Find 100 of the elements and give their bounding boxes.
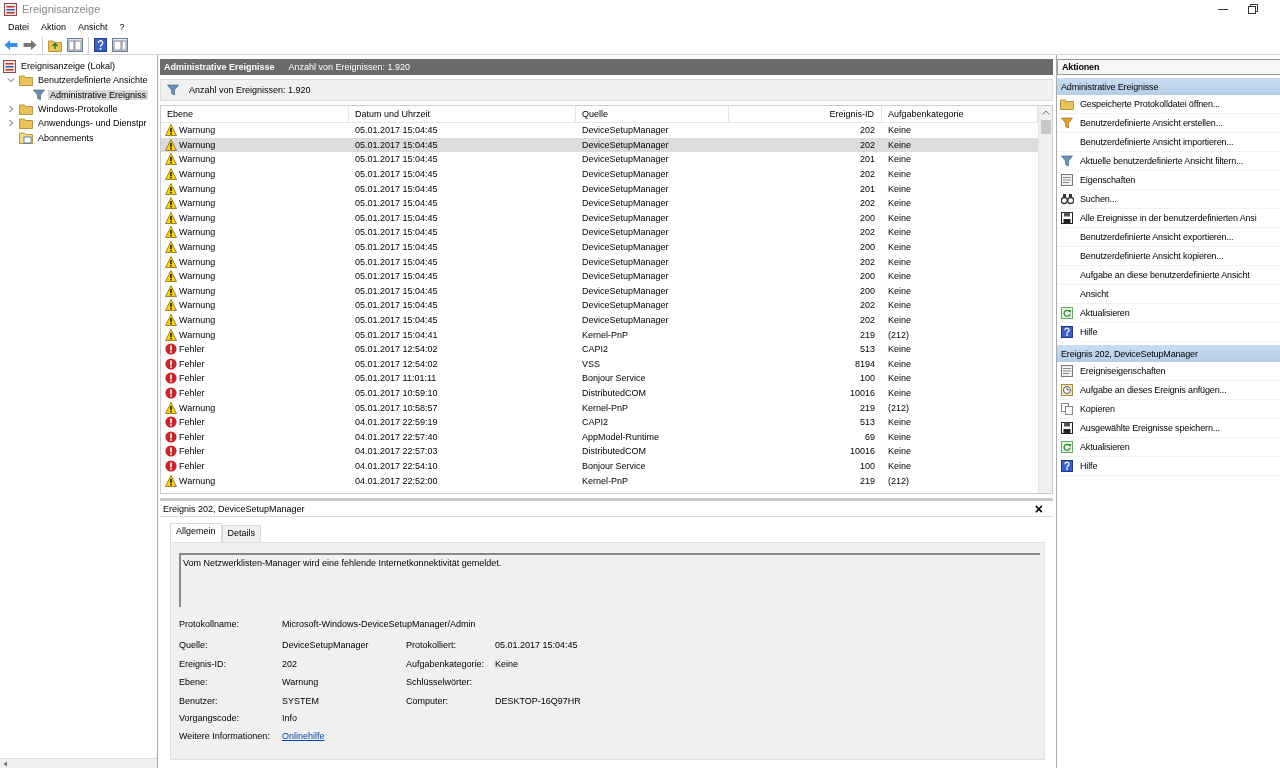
action-link[interactable]: Alle Ereignisse in der benutzerdefinierten Ansi [1080, 213, 1257, 223]
table-row[interactable]: Warnung 05.01.2017 15:04:45 DeviceSetupManager 200 Keine [161, 268, 1038, 284]
help-link[interactable]: Onlinehilfe [282, 731, 325, 742]
table-cell-text: Keine [887, 285, 913, 296]
table-cell-text: 219 [858, 329, 876, 340]
error-icon [165, 459, 177, 472]
scroll-left-icon[interactable] [2, 760, 8, 767]
table-row[interactable]: Warnung 05.01.2017 15:04:45 DeviceSetupManager 202 Keine [161, 225, 1038, 240]
action-link[interactable]: Aktualisieren [1080, 442, 1130, 452]
table-cell-text: DeviceSetupManager [581, 271, 670, 282]
table-row[interactable]: Warnung 05.01.2017 15:04:45 DeviceSetupManager 200 Keine [161, 239, 1038, 255]
table-cell-text: 04.01.2017 22:54:10 [354, 460, 439, 471]
column-header[interactable]: Ebene [161, 106, 349, 122]
warning-icon [165, 255, 177, 268]
back-arrow-icon[interactable] [4, 38, 18, 51]
close-button[interactable]: × [1030, 501, 1047, 516]
table-cell-text: 200 [858, 242, 876, 253]
menu-item[interactable]: ? [113, 21, 131, 32]
field-label: Ebene: [179, 677, 209, 688]
tree-item[interactable]: Abonnements [36, 132, 96, 143]
tree-item[interactable]: Anwendungs- und Dienstpr [36, 118, 149, 129]
action-link[interactable]: Ereigniseigenschaften [1080, 366, 1166, 376]
view-title: Administrative Ereignisse [164, 62, 275, 72]
table-row[interactable]: Fehler 05.01.2017 11:01:11 Bonjour Service 100 Keine [161, 371, 1038, 386]
tab[interactable]: Details [221, 525, 262, 542]
action-link[interactable]: Ansicht [1080, 289, 1109, 299]
action-link[interactable]: Aufgabe an diese benutzerdefinierte Ansicht [1080, 270, 1250, 280]
table-row[interactable]: Fehler 04.01.2017 22:59:19 CAPI2 513 Keine [161, 414, 1038, 430]
tree-item[interactable]: Benutzerdefinierte Ansichte [36, 75, 150, 86]
column-header[interactable]: Datum und Uhrzeit [349, 106, 576, 122]
menu-item[interactable]: Aktion [35, 21, 73, 32]
action-pane-icon[interactable] [112, 37, 128, 52]
table-cell-text: 202 [858, 256, 876, 267]
help-icon [1061, 326, 1073, 338]
table-row[interactable]: Fehler 04.01.2017 22:57:03 DistributedCOM 10016 Keine [161, 444, 1038, 459]
warning-icon [165, 328, 177, 341]
table-row[interactable]: Warnung 05.01.2017 15:04:45 DeviceSetupManager 200 Keine [161, 210, 1038, 226]
table-row[interactable]: Fehler 04.01.2017 22:57:40 AppModel-Runtime 69 Keine [161, 429, 1038, 445]
filter-summary: Anzahl von Ereignissen: 1.920 [189, 85, 311, 95]
table-row[interactable]: Warnung 05.01.2017 15:04:45 DeviceSetupManager 202 Keine [161, 166, 1038, 182]
table-row[interactable]: Warnung 05.01.2017 15:04:41 Kernel-PnP 219 (212) [161, 327, 1038, 342]
action-link[interactable]: Benutzerdefinierte Ansicht kopieren... [1080, 251, 1224, 261]
restore-icon[interactable] [1248, 4, 1258, 14]
table-cell-text: Keine [887, 373, 913, 384]
pane-icon[interactable] [67, 37, 83, 52]
table-cell-text: 200 [858, 212, 876, 223]
table-row[interactable]: Fehler 05.01.2017 10:59:10 DistributedCOM 10016 Keine [161, 385, 1038, 401]
action-link[interactable]: Aufgabe an dieses Ereignis anfügen... [1080, 385, 1227, 395]
table-cell-text: Keine [887, 315, 913, 325]
action-link[interactable]: Eigenschaften [1080, 175, 1136, 185]
table-cell-text: DeviceSetupManager [581, 154, 670, 165]
table-row[interactable]: Warnung 05.01.2017 15:04:45 DeviceSetupManager 201 Keine [161, 181, 1038, 196]
column-header[interactable]: Quelle [576, 106, 729, 122]
horizontal-scrollbar[interactable] [0, 758, 157, 768]
table-row[interactable]: Warnung 04.01.2017 22:52:00 Kernel-PnP 219 (212) [161, 473, 1038, 488]
field-label: Protokolliert: [406, 640, 458, 651]
action-link[interactable]: Hilfe [1080, 461, 1098, 471]
action-link[interactable]: Benutzerdefinierte Ansicht erstellen... [1080, 118, 1223, 128]
table-row[interactable]: Warnung 05.01.2017 15:04:45 DeviceSetupManager 200 Keine [161, 283, 1038, 299]
action-link[interactable]: Aktualisieren [1080, 308, 1130, 318]
forward-arrow-icon[interactable] [23, 38, 37, 51]
help-icon[interactable] [94, 37, 107, 52]
folder-icon [19, 117, 33, 130]
table-row[interactable]: Warnung 05.01.2017 10:58:57 Kernel-PnP 219 (212) [161, 400, 1038, 415]
table-cell: Warnung [179, 242, 216, 253]
table-row[interactable]: Warnung 05.01.2017 15:04:45 DeviceSetupManager 202 Keine [161, 254, 1038, 269]
action-link[interactable]: Benutzerdefinierte Ansicht importieren... [1080, 137, 1234, 147]
table-row[interactable]: Warnung 05.01.2017 15:04:45 DeviceSetupManager 202 Keine [161, 137, 1038, 153]
table-cell: Warnung [179, 139, 216, 150]
tree-item[interactable]: Ereignisanzeige (Lokal) [19, 61, 118, 72]
table-row[interactable]: Warnung 05.01.2017 15:04:45 DeviceSetupManager 202 Keine [161, 312, 1038, 328]
tree-item[interactable]: Windows-Protokolle [36, 104, 120, 115]
table-row[interactable]: Warnung 05.01.2017 15:04:45 DeviceSetupManager 202 Keine [161, 123, 1038, 138]
table-row[interactable]: Warnung 05.01.2017 15:04:45 DeviceSetupManager 202 Keine [161, 195, 1038, 211]
tree-item[interactable]: Administrative Ereigniss [48, 89, 149, 100]
column-header[interactable]: Ereignis-ID [729, 106, 882, 122]
table-row[interactable]: Fehler 05.01.2017 12:54:02 CAPI2 513 Keine [161, 341, 1038, 357]
action-link[interactable]: Suchen... [1080, 194, 1117, 204]
tab[interactable]: Allgemein [170, 523, 222, 542]
menu-item[interactable]: Ansicht [72, 21, 114, 32]
event-count: Anzahl von Ereignissen: 1.920 [288, 62, 411, 72]
table-cell-text: 100 [858, 460, 876, 471]
scroll-up-icon[interactable] [1041, 110, 1050, 115]
vertical-scrollbar[interactable] [1038, 106, 1052, 493]
action-link[interactable]: Kopieren [1080, 404, 1115, 414]
warning-icon [165, 168, 177, 181]
action-link[interactable]: Gespeicherte Protokolldatei öffnen... [1080, 99, 1220, 109]
table-row[interactable]: Warnung 05.01.2017 15:04:45 DeviceSetupManager 201 Keine [161, 152, 1038, 167]
scroll-thumb[interactable] [1040, 120, 1051, 134]
table-row[interactable]: Fehler 04.01.2017 22:54:10 Bonjour Service 100 Keine [161, 458, 1038, 474]
table-cell-text: Keine [887, 242, 913, 253]
table-cell-text: Kernel-PnP [581, 329, 630, 340]
table-row[interactable]: Fehler 05.01.2017 12:54:02 VSS 8194 Keine [161, 356, 1038, 372]
action-link[interactable]: Hilfe [1080, 327, 1098, 337]
action-link[interactable]: Benutzerdefinierte Ansicht exportieren... [1080, 232, 1234, 242]
menu-item[interactable]: Datei [2, 21, 35, 32]
table-row[interactable]: Warnung 05.01.2017 15:04:45 DeviceSetupManager 202 Keine [161, 298, 1038, 313]
action-link[interactable]: Ausgewählte Ereignisse speichern... [1080, 423, 1220, 433]
folder-up-icon[interactable] [48, 37, 62, 52]
action-link[interactable]: Aktuelle benutzerdefinierte Ansicht filtern... [1080, 156, 1244, 166]
